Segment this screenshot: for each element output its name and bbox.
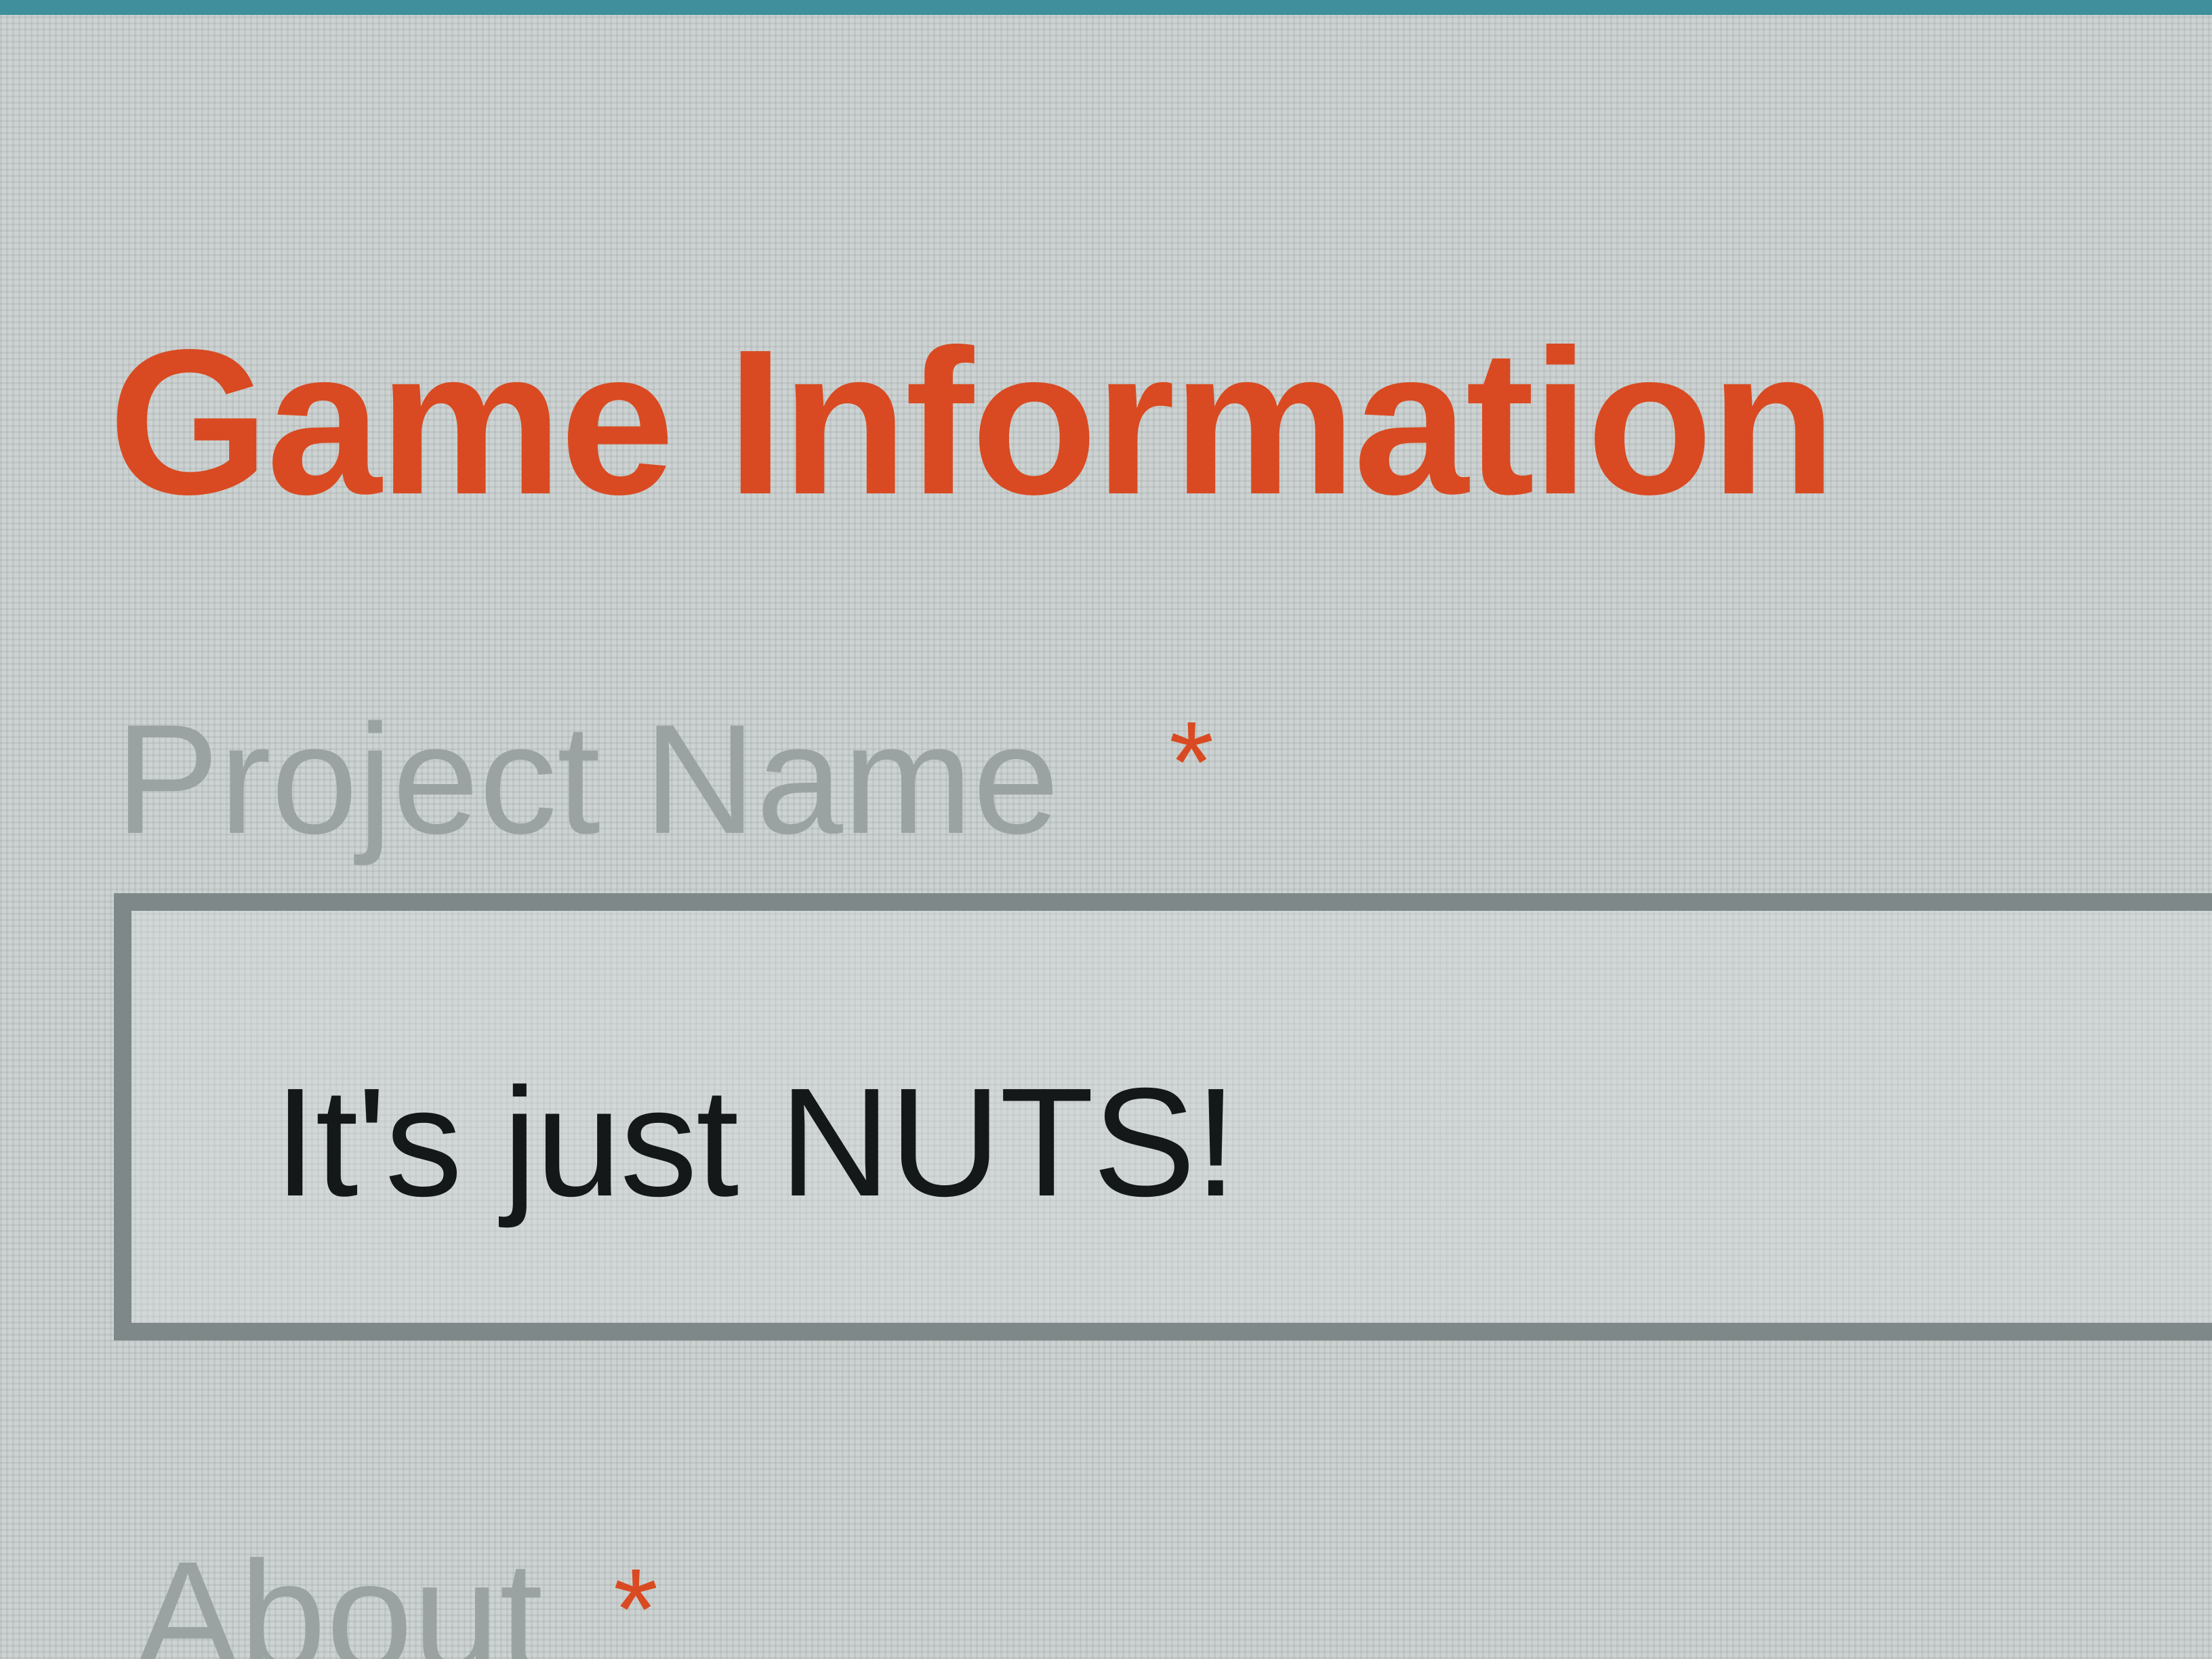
about-label: About [136,1529,544,1659]
section-title: Game Information [108,306,1837,537]
top-edge-strip [0,0,2212,15]
required-asterisk: * [613,1545,659,1659]
project-name-input[interactable]: It's just NUTS! [114,893,2212,1340]
screen: Game Information Project Name * It's jus… [0,0,2212,1659]
project-name-label: Project Name [115,692,1060,866]
project-name-value: It's just NUTS! [274,1057,1237,1229]
required-asterisk: * [1169,698,1214,827]
